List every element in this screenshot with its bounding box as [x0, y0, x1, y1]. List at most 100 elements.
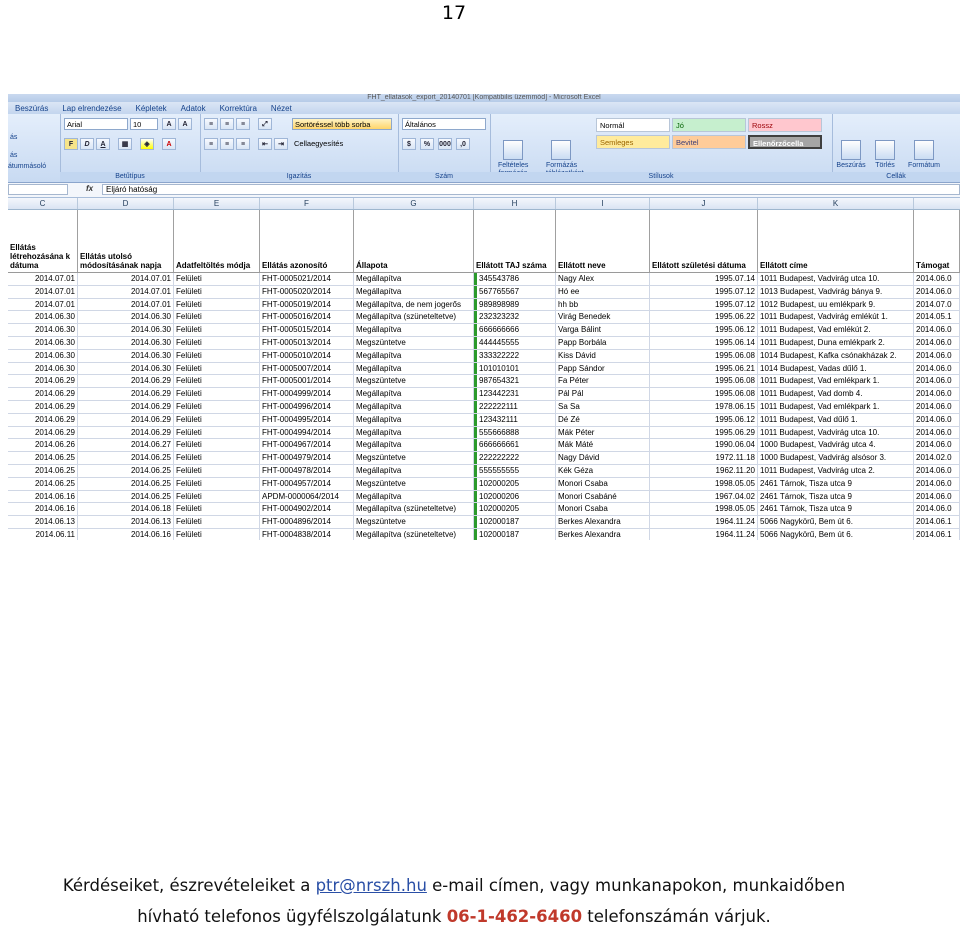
table-cell[interactable]: 1011 Budapest, Vad emlékút 2. — [758, 324, 914, 336]
table-cell[interactable]: 1998.05.05 — [650, 503, 758, 516]
header-cell[interactable]: Ellátás létrehozásána k dátuma — [8, 210, 78, 272]
table-cell[interactable]: 2014.06.30 — [8, 324, 78, 336]
table-cell[interactable]: Megállapítva — [354, 439, 474, 452]
font-name-select[interactable]: Arial — [64, 118, 128, 130]
percent-icon[interactable]: % — [420, 138, 434, 150]
table-cell[interactable]: 2461 Tárnok, Tisza utca 9 — [758, 490, 914, 503]
table-cell[interactable]: 1011 Budapest, Vad dűlő 1. — [758, 413, 914, 426]
table-cell[interactable]: Megállapítva (szüneteltetve) — [354, 528, 474, 540]
table-cell[interactable]: 1995.07.12 — [650, 298, 758, 311]
currency-icon[interactable]: $ — [402, 138, 416, 150]
header-cell[interactable]: Támogat — [914, 210, 960, 272]
table-cell[interactable]: 222222111 — [474, 400, 556, 413]
table-cell[interactable]: Megállapítva — [354, 349, 474, 362]
number-format-select[interactable]: Általános — [402, 118, 486, 130]
table-cell[interactable]: 102000205 — [474, 477, 556, 490]
table-cell[interactable]: 1964.11.24 — [650, 516, 758, 528]
table-cell[interactable]: 2014.06.29 — [8, 375, 78, 388]
table-cell[interactable]: 2014.06.0 — [914, 336, 960, 349]
table-cell[interactable]: 1962.11.20 — [650, 464, 758, 477]
table-cell[interactable]: 1011 Budapest, Duna emlékpark 2. — [758, 336, 914, 349]
table-cell[interactable]: 1995.06.14 — [650, 336, 758, 349]
borders-icon[interactable]: ▦ — [118, 138, 132, 150]
delete-cells-button[interactable]: Törlés — [870, 140, 900, 170]
fx-icon[interactable]: fx — [86, 184, 93, 193]
table-cell[interactable]: Felületi — [174, 375, 260, 388]
table-cell[interactable]: Kiss Dávid — [556, 349, 650, 362]
table-cell[interactable]: Megállapítva — [354, 400, 474, 413]
header-cell[interactable]: Ellátott neve — [556, 210, 650, 272]
table-cell[interactable]: 555555555 — [474, 464, 556, 477]
table-cell[interactable]: 2014.06.26 — [8, 439, 78, 452]
table-cell[interactable]: 222222222 — [474, 452, 556, 464]
table-cell[interactable]: 5066 Nagykörű, Bem út 6. — [758, 528, 914, 540]
table-cell[interactable]: 2014.06.29 — [8, 388, 78, 400]
table-cell[interactable]: 1998.05.05 — [650, 477, 758, 490]
table-cell[interactable]: 1995.06.21 — [650, 362, 758, 375]
table-cell[interactable]: Felületi — [174, 298, 260, 311]
table-cell[interactable]: 987654321 — [474, 375, 556, 388]
table-cell[interactable]: 2014.06.25 — [8, 464, 78, 477]
table-cell[interactable]: 1995.07.12 — [650, 285, 758, 298]
table-cell[interactable]: 102000205 — [474, 503, 556, 516]
table-cell[interactable]: 2014.06.0 — [914, 464, 960, 477]
table-cell[interactable]: 1995.06.12 — [650, 413, 758, 426]
column-letter[interactable]: I — [556, 198, 650, 209]
ribbon-tab[interactable]: Nézet — [264, 104, 299, 113]
table-cell[interactable]: 2014.06.13 — [78, 516, 174, 528]
table-cell[interactable]: Sa Sa — [556, 400, 650, 413]
table-cell[interactable]: Felületi — [174, 362, 260, 375]
table-cell[interactable]: Mák Péter — [556, 426, 650, 439]
decrease-indent-icon[interactable]: ⇤ — [258, 138, 272, 150]
table-cell[interactable]: Megállapítva — [354, 426, 474, 439]
table-cell[interactable]: Felületi — [174, 503, 260, 516]
header-cell[interactable]: Ellátás utolsó módosításának napja — [78, 210, 174, 272]
table-cell[interactable]: 2014.05.1 — [914, 311, 960, 324]
column-letter[interactable]: E — [174, 198, 260, 209]
table-cell[interactable]: 2014.06.30 — [78, 324, 174, 336]
table-cell[interactable]: Monori Csabáné — [556, 490, 650, 503]
table-cell[interactable]: Felületi — [174, 528, 260, 540]
table-cell[interactable]: 2014.06.30 — [8, 336, 78, 349]
table-cell[interactable]: 2461 Tárnok, Tisza utca 9 — [758, 503, 914, 516]
table-cell[interactable]: Megszüntetve — [354, 375, 474, 388]
table-cell[interactable]: 1000 Budapest, Vadvirág utca 4. — [758, 439, 914, 452]
header-cell[interactable]: Ellátott címe — [758, 210, 914, 272]
column-letter[interactable]: H — [474, 198, 556, 209]
table-cell[interactable]: Felületi — [174, 464, 260, 477]
style-good[interactable]: Jó — [672, 118, 746, 132]
italic-icon[interactable]: D — [80, 138, 94, 150]
table-cell[interactable]: 2014.06.29 — [8, 413, 78, 426]
shrink-font-icon[interactable]: A — [178, 118, 192, 130]
table-cell[interactable]: 2014.06.30 — [78, 311, 174, 324]
table-cell[interactable]: Felületi — [174, 324, 260, 336]
table-cell[interactable]: 2014.06.25 — [8, 452, 78, 464]
table-cell[interactable]: Felületi — [174, 439, 260, 452]
style-bad[interactable]: Rossz — [748, 118, 822, 132]
table-cell[interactable]: FHT-0004902/2014 — [260, 503, 354, 516]
table-cell[interactable]: Fa Péter — [556, 375, 650, 388]
table-cell[interactable]: hh bb — [556, 298, 650, 311]
table-cell[interactable]: 2014.07.0 — [914, 298, 960, 311]
table-cell[interactable]: 102000206 — [474, 490, 556, 503]
table-cell[interactable]: 2014.06.30 — [78, 362, 174, 375]
table-cell[interactable]: 2014.02.0 — [914, 452, 960, 464]
table-cell[interactable]: 2014.06.0 — [914, 324, 960, 336]
table-cell[interactable]: FHT-0005019/2014 — [260, 298, 354, 311]
align-left-icon[interactable]: ≡ — [204, 138, 218, 150]
table-cell[interactable]: 666666666 — [474, 324, 556, 336]
table-cell[interactable]: Megállapítva (szüneteltetve) — [354, 311, 474, 324]
table-cell[interactable]: FHT-0004996/2014 — [260, 400, 354, 413]
ribbon-tab[interactable]: Lap elrendezése — [55, 104, 128, 113]
font-size-select[interactable]: 10 — [130, 118, 158, 130]
table-cell[interactable]: FHT-0004994/2014 — [260, 426, 354, 439]
table-cell[interactable]: Megszüntetve — [354, 477, 474, 490]
align-bottom-icon[interactable]: ≡ — [236, 118, 250, 130]
column-letter[interactable]: D — [78, 198, 174, 209]
table-cell[interactable]: 2461 Tárnok, Tisza utca 9 — [758, 477, 914, 490]
table-cell[interactable]: 1014 Budapest, Kafka csónakházak 2. — [758, 349, 914, 362]
grow-font-icon[interactable]: A — [162, 118, 176, 130]
table-cell[interactable]: 101010101 — [474, 362, 556, 375]
table-cell[interactable]: FHT-0004995/2014 — [260, 413, 354, 426]
name-box[interactable] — [8, 184, 68, 195]
